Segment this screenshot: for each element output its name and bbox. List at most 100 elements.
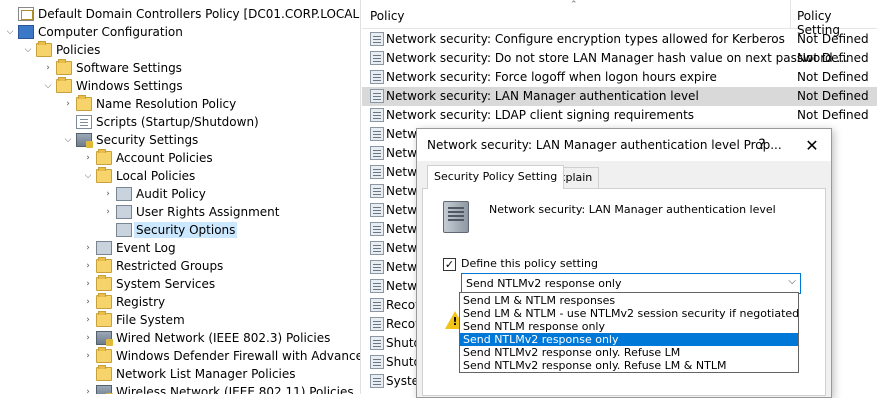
policy-icon xyxy=(370,146,384,160)
tree-item-label: Windows Settings xyxy=(76,79,183,93)
tree-item[interactable]: › Software Settings xyxy=(0,59,360,77)
policy-row[interactable]: Network security: Do not store LAN Manag… xyxy=(362,49,877,68)
chevron-right-icon[interactable]: › xyxy=(82,257,94,275)
policy-icon xyxy=(370,32,384,46)
policy-name-cell: Network security: Configure encryption t… xyxy=(386,32,785,46)
policy-name-cell: Netw xyxy=(386,279,417,293)
folder-icon xyxy=(76,95,92,111)
policy-setting-cell: Not Defined xyxy=(797,32,869,46)
folder-icon xyxy=(96,275,112,291)
policy-row[interactable]: Network security: LDAP client signing re… xyxy=(362,106,877,125)
tree-item[interactable]: › Name Resolution Policy xyxy=(0,95,360,113)
chevron-right-icon[interactable]: › xyxy=(82,311,94,329)
tree-item-label: Name Resolution Policy xyxy=(96,97,237,111)
policy-setting-cell: Not Defined xyxy=(797,89,869,103)
authentication-level-dropdown: Send LM & NTLM responses Send LM & NTLM -… xyxy=(459,292,799,373)
chevron-right-icon[interactable]: › xyxy=(82,383,94,394)
chevron-right-icon[interactable]: › xyxy=(82,149,94,167)
chevron-right-icon[interactable]: › xyxy=(62,95,74,113)
policy-name-cell: Network security: Do not store LAN Manag… xyxy=(386,51,848,65)
policy-name-cell: Netw xyxy=(386,146,417,160)
chevron-down-icon[interactable]: ⌵ xyxy=(4,23,16,41)
tree-item[interactable]: › Wireless Network (IEEE 802.11) Policies xyxy=(0,383,360,394)
column-header-policy[interactable]: Policy xyxy=(370,9,405,23)
chevron-down-icon[interactable]: ⌵ xyxy=(42,77,54,95)
dropdown-option[interactable]: Send NTLMv2 response only xyxy=(460,333,798,346)
tree-item-label: Policies xyxy=(56,43,101,57)
dropdown-option[interactable]: Send LM & NTLM responses xyxy=(460,294,798,307)
tree-item-label: Wireless Network (IEEE 802.11) Policies xyxy=(116,385,354,394)
console-tree: Default Domain Controllers Policy [DC01.… xyxy=(0,0,361,394)
chevron-right-icon[interactable]: › xyxy=(82,239,94,257)
tree-item[interactable]: Default Domain Controllers Policy [DC01.… xyxy=(0,5,360,23)
policy-row[interactable]: Network security: Configure encryption t… xyxy=(362,30,877,49)
tree-item[interactable]: ⌵ Policies xyxy=(0,41,360,59)
network-icon xyxy=(96,385,113,394)
chevron-right-icon[interactable]: › xyxy=(102,203,114,221)
dropdown-option[interactable]: Send NTLMv2 response only. Refuse LM xyxy=(460,346,798,359)
dropdown-option[interactable]: Send NTLM response only xyxy=(460,320,798,333)
policy-name-cell: Network security: LDAP client signing re… xyxy=(386,108,695,122)
tree-item[interactable]: › User Rights Assignment xyxy=(0,203,360,221)
tree-item[interactable]: › System Services xyxy=(0,275,360,293)
policy-icon xyxy=(370,70,384,84)
network-icon xyxy=(96,331,113,346)
tree-item-label: Computer Configuration xyxy=(38,25,183,39)
folder-icon xyxy=(36,41,52,57)
define-policy-checkbox[interactable]: ✓ xyxy=(443,258,456,271)
policy-name-cell: Netw xyxy=(386,241,417,255)
tree-item[interactable]: ⌵ Security Settings xyxy=(0,131,360,149)
tree-item[interactable]: Security Options xyxy=(0,221,360,239)
policy-row[interactable]: Network security: Force logoff when logo… xyxy=(362,68,877,87)
chevron-right-icon[interactable]: › xyxy=(82,293,94,311)
tree-item[interactable]: › Registry xyxy=(0,293,360,311)
tab-security-policy-setting[interactable]: Security Policy Setting xyxy=(427,165,565,189)
tree-item-label: Registry xyxy=(116,295,166,309)
tree-item-label: Windows Defender Firewall with Advanced … xyxy=(116,349,361,363)
tree-item[interactable]: › Event Log xyxy=(0,239,360,257)
folder-icon xyxy=(96,257,112,273)
chevron-down-icon[interactable]: ⌵ xyxy=(82,167,94,185)
authentication-level-select[interactable]: Send NTLMv2 response only ⌵ xyxy=(461,273,801,294)
folder-icon xyxy=(96,347,112,363)
policy-icon xyxy=(370,298,384,312)
tree-item-label: Scripts (Startup/Shutdown) xyxy=(96,115,259,129)
policy-setting-cell: Not Defined xyxy=(797,51,869,65)
policy-icon xyxy=(370,165,384,179)
tree-item[interactable]: › Windows Defender Firewall with Advanced… xyxy=(0,347,361,365)
tree-item[interactable]: Scripts (Startup/Shutdown) xyxy=(0,113,360,131)
tree-item[interactable]: › Account Policies xyxy=(0,149,360,167)
chevron-down-icon[interactable]: ⌵ xyxy=(788,276,796,287)
folder-icon xyxy=(96,311,112,327)
folder-icon xyxy=(96,293,112,309)
chevron-right-icon[interactable]: › xyxy=(82,275,94,293)
tree-item[interactable]: Network List Manager Policies xyxy=(0,365,360,383)
dropdown-option[interactable]: Send LM & NTLM - use NTLMv2 session secu… xyxy=(460,307,799,320)
tree-item[interactable]: › Audit Policy xyxy=(0,185,360,203)
chevron-down-icon[interactable]: ⌵ xyxy=(22,41,34,59)
chevron-right-icon[interactable]: › xyxy=(102,185,114,203)
tree-item[interactable]: ⌵ Computer Configuration xyxy=(0,23,360,41)
tree-item[interactable]: › File System xyxy=(0,311,360,329)
close-button[interactable]: ✕ xyxy=(793,129,831,161)
tree-item-label: Wired Network (IEEE 802.3) Policies xyxy=(116,331,331,345)
policy-name-cell: Netw xyxy=(386,203,417,217)
folder-icon xyxy=(96,167,112,183)
policy-name: Network security: LAN Manager authentica… xyxy=(489,203,776,216)
dialog-titlebar[interactable]: Network security: LAN Manager authentica… xyxy=(417,129,831,161)
chevron-right-icon[interactable]: › xyxy=(82,347,94,365)
dropdown-option[interactable]: Send NTLMv2 response only. Refuse LM & N… xyxy=(460,359,798,372)
column-divider[interactable] xyxy=(790,0,791,29)
tree-item[interactable]: ⌵ Windows Settings xyxy=(0,77,360,95)
chevron-right-icon[interactable]: › xyxy=(42,59,54,77)
tree-item[interactable]: › Restricted Groups xyxy=(0,257,360,275)
tree-item[interactable]: › Wired Network (IEEE 802.3) Policies xyxy=(0,329,360,347)
define-policy-label[interactable]: Define this policy setting xyxy=(461,257,598,270)
policy-icon xyxy=(116,205,132,219)
tree-item[interactable]: ⌵ Local Policies xyxy=(0,167,360,185)
chevron-right-icon[interactable]: › xyxy=(82,329,94,347)
policy-row[interactable]: Network security: LAN Manager authentica… xyxy=(362,87,877,106)
help-button[interactable]: ? xyxy=(747,129,777,161)
chevron-down-icon[interactable]: ⌵ xyxy=(62,131,74,149)
folder-icon xyxy=(56,77,72,93)
